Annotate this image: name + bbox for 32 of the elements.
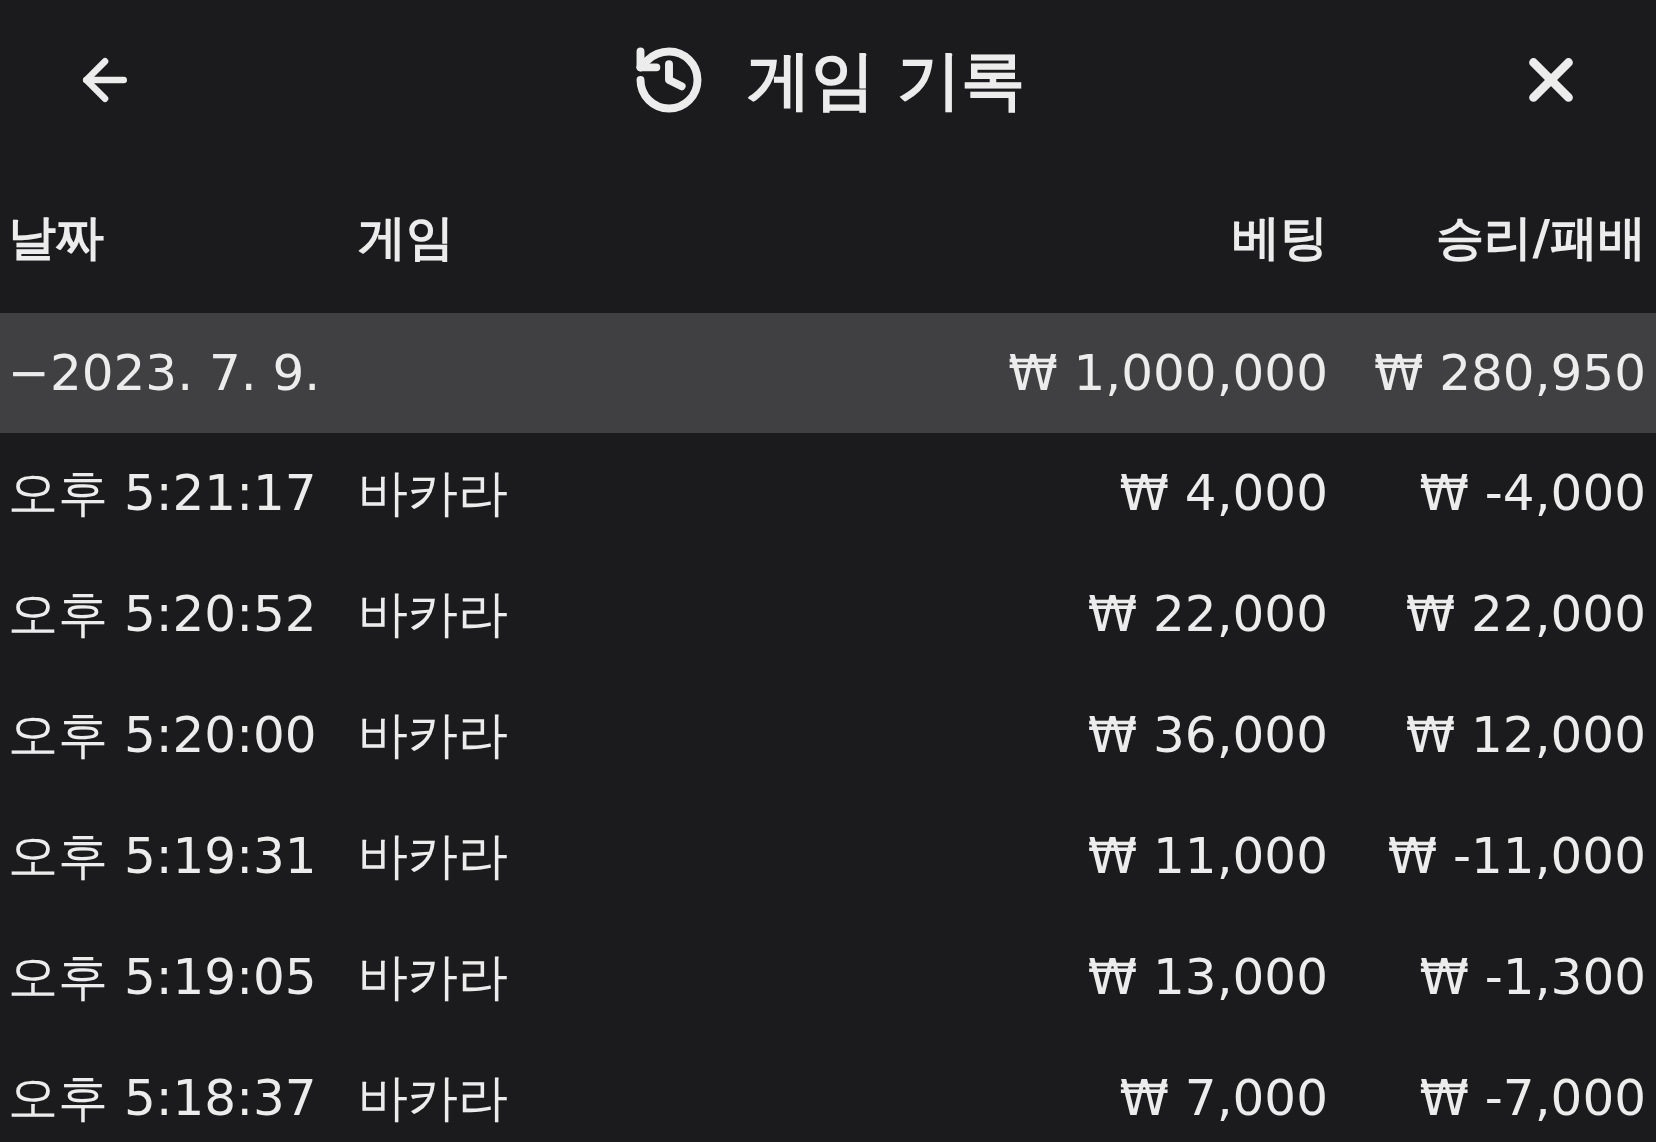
window-title: 게임 기록 [746, 42, 1026, 119]
table-cell-text: ₩ -7,000 [1418, 1068, 1646, 1129]
table-cell-text: 오후 5:19:31 [8, 826, 318, 887]
table-cell-text: 오후 5:21:17 [8, 463, 318, 524]
table-cell-text: 바카라 [358, 826, 509, 887]
column-header: 베팅 [1231, 207, 1328, 267]
table-cell-text: ₩ 4,000 [1118, 463, 1328, 524]
table-cell-text: ₩ 11,000 [1086, 826, 1328, 887]
table-cell-text: ₩ 12,000 [1404, 705, 1646, 766]
table-cell-text: ₩ 22,000 [1086, 584, 1328, 645]
table-cell-text: ₩ 13,000 [1086, 947, 1328, 1008]
table-cell-text: ₩ -4,000 [1418, 463, 1646, 524]
column-header: 승리/패배 [1435, 207, 1646, 267]
table-cell-text: ₩ -1,300 [1418, 947, 1646, 1008]
table-cell-text: 바카라 [358, 705, 509, 766]
table-cell-text: ₩ 36,000 [1086, 705, 1328, 766]
table-cell-text: 오후 5:20:52 [8, 584, 318, 645]
column-header: 날짜 [8, 207, 105, 267]
table-cell-text: ₩ 22,000 [1404, 584, 1646, 645]
table-cell-text: 오후 5:20:00 [8, 705, 318, 766]
table-cell-text: 바카라 [358, 947, 509, 1008]
column-header: 게임 [358, 207, 455, 267]
table-cell-text: ₩ 7,000 [1118, 1068, 1328, 1129]
table-cell-text: 바카라 [358, 1068, 509, 1129]
table-cell-text: 오후 5:18:37 [8, 1068, 318, 1129]
summary-date: −2023. 7. 9. [8, 342, 322, 404]
summary-bet: ₩ 1,000,000 [1007, 342, 1328, 404]
table-cell-text: 바카라 [358, 463, 509, 524]
table-cell-text: ₩ -11,000 [1386, 826, 1646, 887]
summary-result: ₩ 280,950 [1372, 342, 1646, 404]
table-cell-text: 바카라 [358, 584, 509, 645]
table-cell-text: 오후 5:19:05 [8, 947, 318, 1008]
